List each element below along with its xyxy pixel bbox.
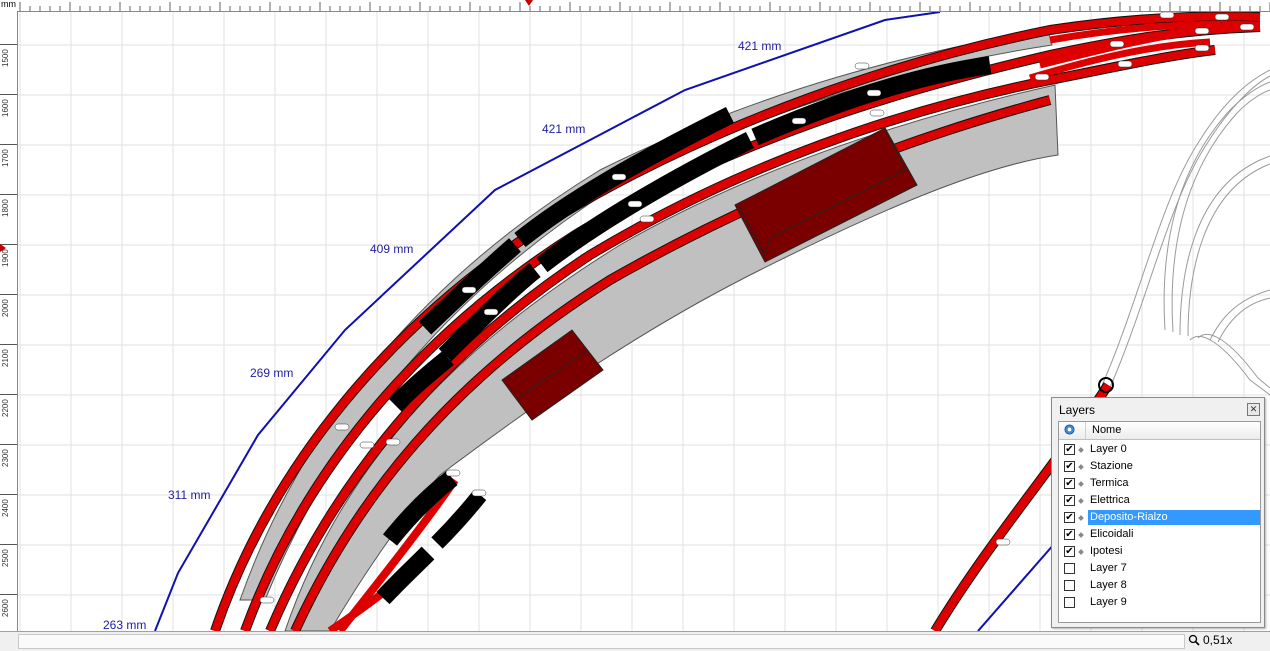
ruler-label: 1600 (1, 99, 10, 117)
layer-visibility-checkbox[interactable] (1064, 580, 1075, 591)
layer-row-7[interactable]: Layer 7 (1059, 560, 1260, 577)
ruler-label: 2300 (1, 449, 10, 467)
horizontal-scrollbar[interactable] (18, 634, 1185, 649)
layer-name: Layer 9 (1090, 596, 1127, 608)
layer-bullet-icon (1078, 498, 1084, 504)
layer-name: Deposito-Rialzo (1088, 510, 1260, 525)
layer-visibility-checkbox[interactable]: ✔ (1064, 461, 1075, 472)
ruler-label: 1800 (1, 199, 10, 217)
dimension-label: 269 mm (250, 366, 293, 380)
layer-bullet-icon (1078, 464, 1084, 470)
layer-row-elettrica[interactable]: ✔ Elettrica (1059, 492, 1260, 509)
layer-name: Termica (1090, 477, 1129, 489)
ruler-label: 2600 (1, 599, 10, 617)
layer-bullet-icon (1078, 549, 1084, 555)
layer-row-8[interactable]: Layer 8 (1059, 577, 1260, 594)
layer-name: Ipotesi (1090, 545, 1123, 557)
layer-visibility-checkbox[interactable]: ✔ (1064, 512, 1075, 523)
layer-visibility-checkbox[interactable]: ✔ (1064, 546, 1075, 557)
layer-visibility-checkbox[interactable]: ✔ (1064, 444, 1075, 455)
layer-name: Layer 7 (1090, 562, 1127, 574)
top-ruler: mm (0, 0, 1270, 12)
ruler-label: 1500 (1, 49, 10, 67)
dimension-label: 409 mm (370, 242, 413, 256)
dimension-label: 263 mm (103, 618, 146, 631)
layer-name: Elettrica (1090, 494, 1130, 506)
layers-panel[interactable]: Layers ✕ Nome ✔ Layer 0 ✔ Stazione ✔ Ter… (1051, 397, 1265, 628)
magnifier-icon (1188, 634, 1200, 646)
layer-row-ipotesi[interactable]: ✔ Ipotesi (1059, 543, 1260, 560)
left-ruler: 1500 1600 1700 1800 1900 2000 2100 2200 … (0, 11, 18, 631)
layer-row-0[interactable]: ✔ Layer 0 (1059, 441, 1260, 458)
ruler-label: 2500 (1, 549, 10, 567)
layers-list-header: Nome (1059, 422, 1260, 440)
ruler-label: 2200 (1, 399, 10, 417)
layer-name: Stazione (1090, 460, 1133, 472)
layer-bullet-icon (1078, 515, 1084, 521)
layer-visibility-checkbox[interactable]: ✔ (1064, 529, 1075, 540)
eye-icon (1064, 424, 1075, 435)
layer-bullet-icon (1078, 447, 1084, 453)
layer-row-stazione[interactable]: ✔ Stazione (1059, 458, 1260, 475)
layer-visibility-checkbox[interactable]: ✔ (1064, 478, 1075, 489)
ruler-label: 2100 (1, 349, 10, 367)
layer-row-termica[interactable]: ✔ Termica (1059, 475, 1260, 492)
layer-name: Layer 8 (1090, 579, 1127, 591)
zoom-value: 0,51x (1203, 633, 1233, 647)
ruler-cursor-marker (525, 0, 533, 6)
layers-panel-title: Layers (1059, 403, 1096, 417)
dimension-label: 421 mm (542, 122, 585, 136)
building-large (734, 127, 918, 263)
layer-bullet-icon (1078, 532, 1084, 538)
status-bar: 0,51x (0, 631, 1270, 651)
ruler-label: 2000 (1, 299, 10, 317)
close-icon[interactable]: ✕ (1247, 403, 1260, 416)
layer-name: Elicoidali (1090, 528, 1134, 540)
layer-visibility-checkbox[interactable]: ✔ (1064, 495, 1075, 506)
dimension-label: 421 mm (738, 39, 781, 53)
layer-visibility-checkbox[interactable] (1064, 597, 1075, 608)
layer-row-elicoidali[interactable]: ✔ Elicoidali (1059, 526, 1260, 543)
ruler-label: 1700 (1, 149, 10, 167)
ruler-label: 2400 (1, 499, 10, 517)
column-header-name[interactable]: Nome (1085, 422, 1260, 439)
zoom-indicator[interactable]: 0,51x (1188, 633, 1232, 647)
layer-row-9[interactable]: Layer 9 (1059, 594, 1260, 611)
layer-visibility-checkbox[interactable] (1064, 563, 1075, 574)
layer-name: Layer 0 (1090, 443, 1127, 455)
dimension-label: 311 mm (168, 488, 210, 502)
layer-row-deposito-rialzo[interactable]: ✔ Deposito-Rialzo (1059, 509, 1260, 526)
top-ruler-ticks (19, 0, 1270, 11)
layer-bullet-icon (1078, 481, 1084, 487)
ruler-cursor-marker-left (0, 244, 6, 252)
layers-list[interactable]: Nome ✔ Layer 0 ✔ Stazione ✔ Termica ✔ El… (1058, 421, 1261, 623)
